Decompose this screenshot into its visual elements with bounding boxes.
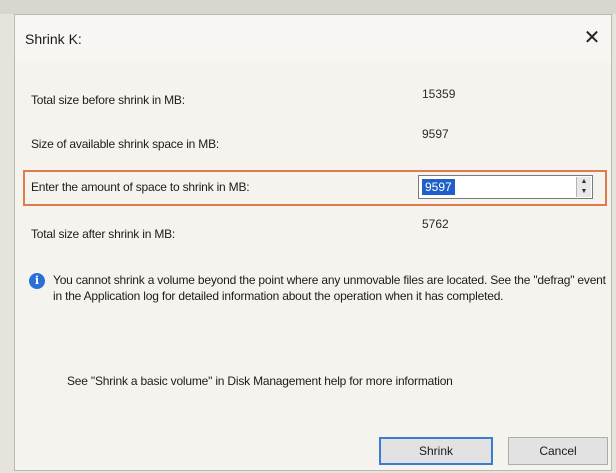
help-link-text: See "Shrink a basic volume" in Disk Mana…	[67, 374, 453, 388]
shrink-amount-label: Enter the amount of space to shrink in M…	[31, 180, 250, 194]
dialog-title: Shrink K:	[25, 31, 82, 47]
total-after-label: Total size after shrink in MB:	[31, 227, 176, 241]
cancel-button[interactable]: Cancel	[508, 437, 608, 465]
shrink-amount-input[interactable]: 9597 ▲ ▼	[418, 175, 593, 199]
background-window	[0, 0, 616, 14]
available-space-label: Size of available shrink space in MB:	[31, 137, 220, 151]
screen: Shrink K: ✕ Total size before shrink in …	[0, 0, 616, 473]
info-message: You cannot shrink a volume beyond the po…	[53, 273, 606, 303]
title-bar: Shrink K: ✕	[15, 15, 611, 63]
spin-down-icon[interactable]: ▼	[577, 187, 591, 197]
shrink-amount-stepper[interactable]: ▲ ▼	[576, 177, 591, 197]
info-icon: i	[29, 273, 45, 289]
total-before-value: 15359	[422, 87, 456, 101]
available-space-value: 9597	[422, 127, 449, 141]
close-icon[interactable]: ✕	[577, 23, 607, 53]
total-before-label: Total size before shrink in MB:	[31, 93, 185, 107]
shrink-button[interactable]: Shrink	[379, 437, 493, 465]
shrink-dialog: Shrink K: ✕ Total size before shrink in …	[14, 14, 612, 471]
total-after-value: 5762	[422, 217, 449, 231]
spin-up-icon[interactable]: ▲	[577, 177, 591, 187]
shrink-amount-value[interactable]: 9597	[422, 179, 455, 195]
